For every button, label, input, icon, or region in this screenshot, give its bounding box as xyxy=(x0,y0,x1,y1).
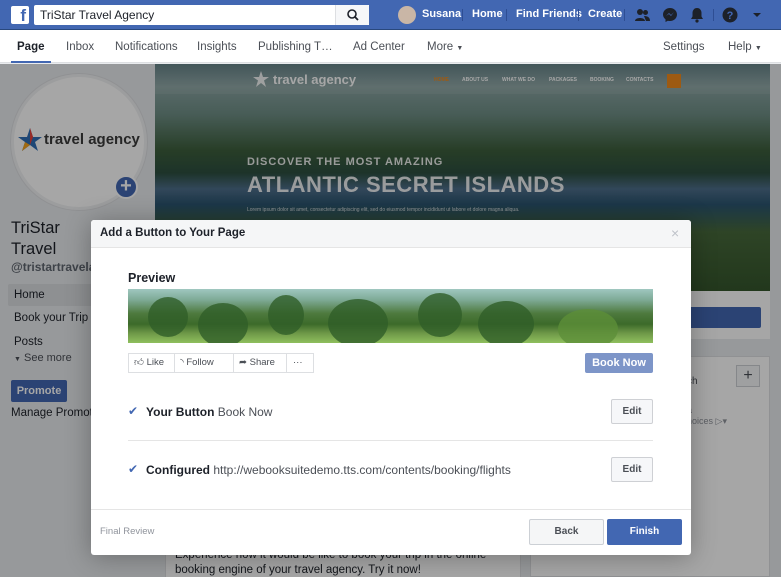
close-icon[interactable]: × xyxy=(671,225,679,241)
tab-inbox[interactable]: Inbox xyxy=(66,30,94,63)
dialog-title: Add a Button to Your Page xyxy=(100,227,246,239)
messenger-icon[interactable] xyxy=(661,6,679,24)
add-button-dialog: Add a Button to Your Page × Preview 👍︎ L… xyxy=(91,220,691,555)
notifications-icon[interactable] xyxy=(688,6,706,24)
tab-notifications[interactable]: Notifications xyxy=(115,30,178,63)
like-icon: 👍︎ xyxy=(134,357,144,368)
help-label: Help xyxy=(728,41,752,53)
tree-shape xyxy=(198,303,248,343)
share-label: Share xyxy=(249,357,275,368)
book-now-preview-button: Book Now xyxy=(585,353,653,373)
facebook-logo-icon[interactable]: f xyxy=(11,6,29,24)
row-value: Book Now xyxy=(217,405,273,419)
settings-link[interactable]: Settings xyxy=(663,30,705,63)
tree-shape xyxy=(418,293,462,337)
share-button[interactable]: ➦ Share xyxy=(234,354,287,372)
dialog-header: Add a Button to Your Page × xyxy=(91,220,691,248)
rss-icon: ◝ xyxy=(180,357,184,368)
find-friends-link[interactable]: Find Friends xyxy=(516,0,582,30)
divider xyxy=(128,440,653,441)
user-name-link[interactable]: Susana xyxy=(422,0,461,30)
check-icon: ✔ xyxy=(128,404,139,418)
step-label: Final Review xyxy=(100,526,155,537)
svg-text:?: ? xyxy=(727,10,734,22)
page-action-bar: 👍︎ Like ◝ Follow ➦ Share ··· xyxy=(128,353,314,373)
friend-requests-icon[interactable] xyxy=(633,6,651,24)
share-icon: ➦ xyxy=(239,357,247,368)
preview-cover-image xyxy=(128,289,653,343)
tree-shape xyxy=(558,309,618,343)
preview-label: Preview xyxy=(128,271,176,285)
tree-shape xyxy=(268,295,304,335)
check-icon: ✔ xyxy=(128,462,139,476)
chevron-down-icon: ▼ xyxy=(456,45,464,52)
tree-shape xyxy=(148,297,188,337)
finish-button[interactable]: Finish xyxy=(607,519,682,545)
search-icon xyxy=(347,9,359,21)
account-menu-icon[interactable] xyxy=(748,6,766,24)
tab-insights[interactable]: Insights xyxy=(197,30,237,63)
tab-page[interactable]: Page xyxy=(11,30,51,63)
back-button[interactable]: Back xyxy=(529,519,604,545)
row-value: http://webooksuitedemo.tts.com/contents/… xyxy=(213,463,511,477)
divider xyxy=(506,9,507,21)
like-button[interactable]: 👍︎ Like xyxy=(129,354,175,372)
follow-label: Follow xyxy=(186,357,214,368)
row-label: Configured xyxy=(146,463,210,477)
help-icon[interactable]: ? xyxy=(721,6,739,24)
more-options-icon[interactable]: ··· xyxy=(287,354,313,372)
tab-publishing-tools[interactable]: Publishing T… xyxy=(258,30,333,63)
help-menu[interactable]: Help ▼ xyxy=(728,30,762,63)
divider xyxy=(578,9,579,21)
configured-row: Configured http://webooksuitedemo.tts.co… xyxy=(146,463,511,477)
edit-configured-url[interactable]: Edit xyxy=(611,457,653,482)
divider xyxy=(462,9,463,21)
your-button-row: Your Button Book Now xyxy=(146,405,272,419)
page-nav: Page Inbox Notifications Insights Publis… xyxy=(0,30,781,63)
follow-button[interactable]: ◝ Follow xyxy=(175,354,234,372)
tab-more[interactable]: More ▼ xyxy=(427,30,463,63)
top-bar: f TriStar Travel Agency Susana Home Find… xyxy=(0,0,781,30)
search-input[interactable]: TriStar Travel Agency xyxy=(34,5,369,25)
home-link[interactable]: Home xyxy=(472,0,503,30)
divider xyxy=(624,9,625,21)
edit-button-type[interactable]: Edit xyxy=(611,399,653,424)
like-label: Like xyxy=(146,357,165,368)
divider xyxy=(713,9,714,21)
create-link[interactable]: Create xyxy=(588,0,622,30)
tree-shape xyxy=(328,299,388,343)
chevron-down-icon: ▼ xyxy=(754,45,762,52)
search-button[interactable] xyxy=(335,5,369,25)
user-avatar[interactable] xyxy=(398,6,416,24)
tab-more-label: More xyxy=(427,41,454,53)
tree-shape xyxy=(478,301,534,343)
row-label: Your Button xyxy=(146,405,215,419)
tab-ad-center[interactable]: Ad Center xyxy=(353,30,405,63)
